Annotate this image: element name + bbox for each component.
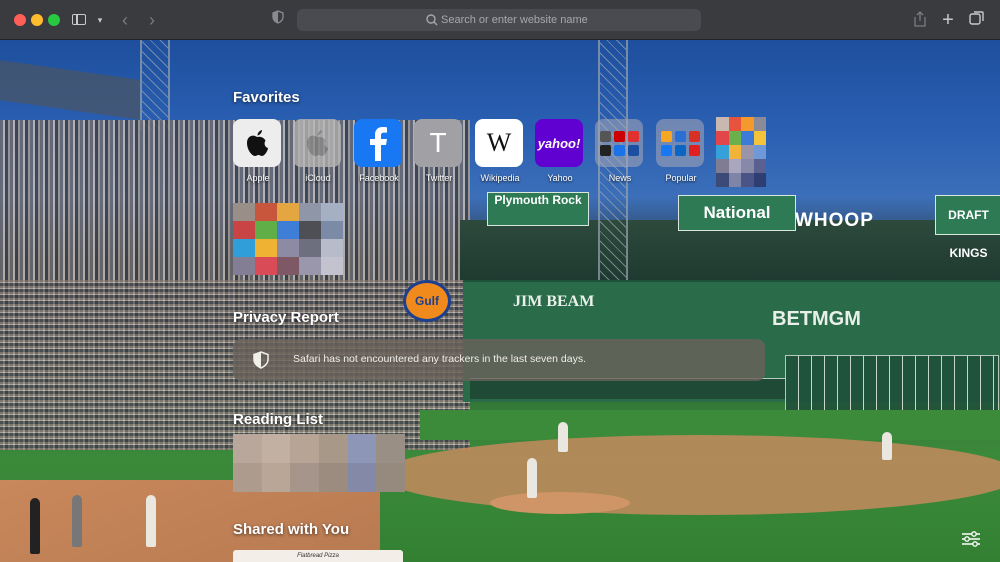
favorite-wikipedia[interactable]: W Wikipedia bbox=[475, 119, 525, 183]
customize-sliders-icon[interactable] bbox=[960, 530, 982, 548]
facebook-icon bbox=[354, 119, 402, 167]
forward-button[interactable]: › bbox=[145, 10, 159, 30]
reading-list-title: Reading List bbox=[233, 411, 324, 428]
light-tower bbox=[140, 40, 170, 130]
player-figure bbox=[146, 495, 156, 547]
favorite-icloud[interactable]: iCloud bbox=[293, 119, 343, 183]
player-figure bbox=[558, 422, 568, 452]
player-figure bbox=[72, 495, 82, 547]
sign-plymouth: Plymouth Rock bbox=[487, 192, 589, 226]
share-icon[interactable] bbox=[912, 10, 928, 30]
popular-folder-icon bbox=[656, 119, 704, 167]
privacy-report-title: Privacy Report bbox=[233, 309, 339, 326]
favorite-label: News bbox=[608, 173, 632, 183]
scoreboard bbox=[785, 355, 999, 412]
icloud-icon bbox=[293, 119, 341, 167]
score-strip bbox=[470, 378, 785, 399]
yahoo-icon: yahoo! bbox=[535, 119, 583, 167]
favorite-facebook[interactable]: Facebook bbox=[354, 119, 404, 183]
redacted-favorite[interactable] bbox=[716, 117, 766, 187]
minimize-button[interactable] bbox=[31, 14, 43, 26]
close-button[interactable] bbox=[14, 14, 26, 26]
favorite-yahoo[interactable]: yahoo! Yahoo bbox=[535, 119, 585, 183]
favorites-title: Favorites bbox=[233, 89, 300, 106]
address-input[interactable] bbox=[441, 11, 671, 29]
sign-gulf: Gulf bbox=[403, 280, 451, 322]
player-figure bbox=[882, 432, 892, 460]
twitter-letter-icon: T bbox=[414, 119, 462, 167]
reading-list-item-redacted[interactable] bbox=[233, 434, 405, 492]
favorite-label: Popular bbox=[665, 173, 697, 183]
news-folder-icon bbox=[595, 119, 643, 167]
favorite-label: Twitter bbox=[425, 173, 453, 183]
zoom-button[interactable] bbox=[48, 14, 60, 26]
chevron-down-icon[interactable]: ▾ bbox=[95, 10, 105, 30]
redacted-block bbox=[233, 203, 343, 275]
apple-icon bbox=[233, 119, 281, 167]
sign-betmgm: BETMGM bbox=[772, 308, 861, 330]
privacy-shield-icon[interactable] bbox=[271, 10, 285, 30]
privacy-report-card[interactable]: Safari has not encountered any trackers … bbox=[233, 339, 765, 381]
favorite-apple[interactable]: Apple bbox=[233, 119, 283, 183]
sign-national: National bbox=[678, 195, 796, 231]
pitchers-mound bbox=[490, 492, 630, 514]
privacy-report-message: Safari has not encountered any trackers … bbox=[293, 353, 587, 365]
favorite-popular-folder[interactable]: Popular bbox=[656, 119, 706, 183]
favorite-news-folder[interactable]: News bbox=[595, 119, 645, 183]
new-tab-button[interactable]: + bbox=[940, 10, 956, 30]
stadium-roof bbox=[0, 60, 140, 120]
player-figure bbox=[30, 498, 40, 554]
tab-overview-icon[interactable] bbox=[968, 10, 986, 30]
toolbar: ▾ ‹ › + bbox=[0, 0, 1000, 40]
shared-with-you-title: Shared with You bbox=[233, 521, 350, 538]
back-button[interactable]: ‹ bbox=[118, 10, 132, 30]
sidebar-icon[interactable] bbox=[72, 10, 88, 30]
sign-jimbeam: JIM BEAM bbox=[513, 293, 595, 310]
sign-draftkings: DRAFT KINGS bbox=[935, 195, 1000, 260]
sign-whoop: WHOOP bbox=[795, 210, 874, 231]
shield-icon bbox=[253, 351, 269, 369]
wikipedia-icon: W bbox=[475, 119, 523, 167]
favorite-label: iCloud bbox=[305, 173, 331, 183]
search-icon bbox=[426, 14, 438, 26]
address-bar[interactable] bbox=[297, 9, 701, 31]
favorite-twitter[interactable]: T Twitter bbox=[414, 119, 464, 183]
infield-dirt bbox=[380, 435, 1000, 515]
player-figure bbox=[527, 458, 537, 498]
shared-card[interactable]: Flatbread Pizza bbox=[233, 550, 403, 562]
